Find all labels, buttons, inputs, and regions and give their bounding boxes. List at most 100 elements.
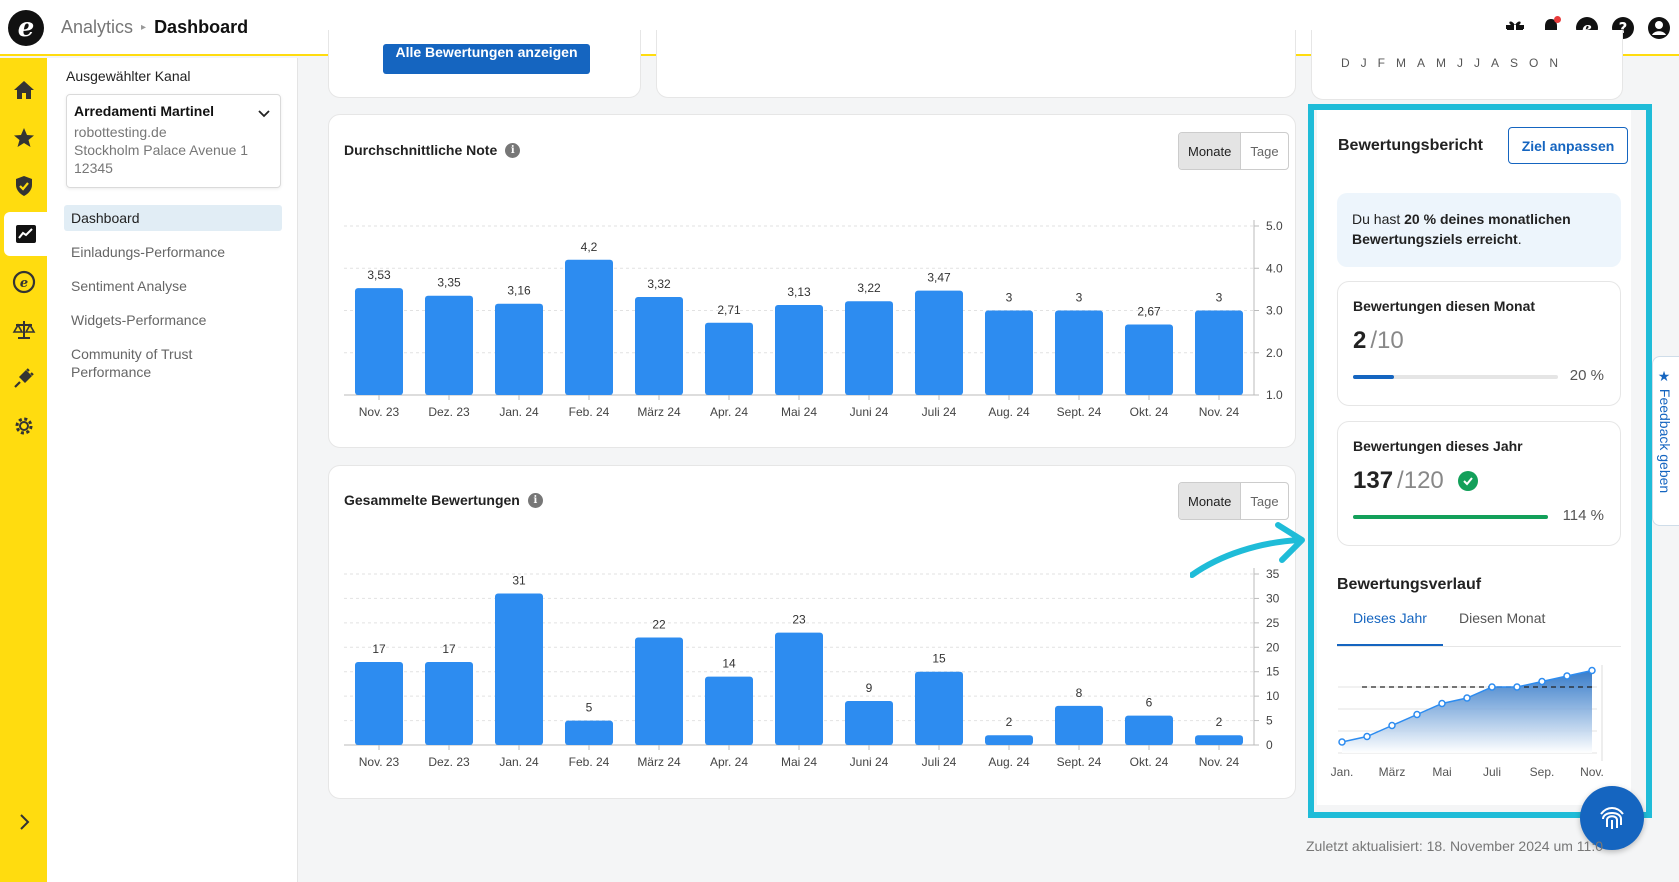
x-tick-label: Aug. 24 [988,755,1030,769]
plugin-icon[interactable] [0,356,47,400]
breadcrumb: Analytics ▸ Dashboard [61,17,248,38]
data-label: 3,13 [787,285,811,299]
all-reviews-button[interactable]: Alle Bewertungen anzeigen [383,44,590,74]
shield-icon[interactable] [0,164,47,208]
chevron-right-icon[interactable] [0,800,47,844]
month-target: /10 [1370,327,1404,354]
data-label: 22 [652,618,666,632]
bar [985,310,1033,395]
sidebar-item-community-of-trust[interactable]: Community of Trust Performance [64,341,234,385]
x-tick-label: Apr. 24 [710,405,748,419]
data-label: 23 [792,613,806,627]
chevron-down-icon[interactable] [257,107,271,121]
data-label: 2,71 [717,303,741,317]
trustbadge-icon[interactable]: e [0,260,47,304]
sidebar-item-dashboard[interactable]: Dashboard [64,205,282,231]
bar [1195,735,1243,745]
feedback-tab[interactable]: ★ Feedback geben [1652,356,1679,526]
average-rating-card: Durchschnittliche Note i Monate Tage 1.0… [328,114,1296,448]
data-point [1388,721,1396,730]
bar [705,676,753,745]
y-tick-label: 0 [1266,738,1273,752]
tab-this-month[interactable]: Diesen Monat [1443,610,1560,646]
x-tick-label: Juli 24 [922,755,957,769]
year-stat-label: Bewertungen dieses Jahr [1353,438,1523,454]
last-updated-text: Zuletzt aktualisiert: 18. November 2024 … [1306,838,1604,854]
bar [775,632,823,745]
logo[interactable]: e [8,10,44,46]
bar [565,720,613,745]
x-tick-label: Nov. 24 [1199,755,1240,769]
sidebar-item-sentiment-analyse[interactable]: Sentiment Analyse [64,273,282,299]
sidebar-item-widgets-performance[interactable]: Widgets-Performance [64,307,282,333]
account-icon[interactable] [1647,16,1671,40]
main-nav-rail: e [0,58,47,882]
month-letters: DJFMAMJJASON [1341,56,1569,70]
bar [425,661,473,745]
x-tick-label: Mai [1432,765,1451,779]
year-progress-fill [1353,515,1548,519]
scales-icon[interactable] [0,308,47,352]
x-tick-label: Feb. 24 [569,405,610,419]
bar [1125,324,1173,395]
bar [705,322,753,395]
channel-selector[interactable]: Arredamenti Martinel robottesting.de Sto… [66,94,281,188]
x-tick-label: Jan. 24 [499,755,539,769]
year-stat-pct: 114 % [1562,507,1604,524]
x-tick-label: März [1379,765,1406,779]
data-label: 3 [1006,291,1013,305]
bar [1055,310,1103,395]
breadcrumb-separator-icon: ▸ [141,22,147,33]
goal-notice: Du hast 20 % deines monatlichen Bewertun… [1337,193,1621,267]
data-point [1413,710,1421,719]
x-tick-label: Juni 24 [850,755,889,769]
y-tick-label: 30 [1266,591,1280,605]
data-point [1338,738,1346,746]
breadcrumb-analytics[interactable]: Analytics [61,17,133,38]
x-tick-label: Apr. 24 [710,755,748,769]
home-icon[interactable] [0,68,47,112]
x-tick-label: Jan. 24 [499,405,539,419]
y-tick-label: 3.0 [1266,304,1283,318]
year-progress-track [1353,515,1548,519]
settings-icon[interactable] [0,404,47,448]
notice-suffix: . [1517,231,1522,247]
secondary-sidebar: Ausgewählter Kanal Arredamenti Martinel … [47,58,298,882]
analytics-icon[interactable] [4,212,47,256]
x-tick-label: Nov. [1580,765,1604,779]
y-tick-label: 25 [1266,616,1280,630]
x-tick-label: Juli 24 [922,405,957,419]
bar [355,661,403,745]
adjust-goal-button[interactable]: Ziel anpassen [1508,127,1628,164]
month-stat-card: Bewertungen diesen Monat 2/10 20 % [1337,281,1621,406]
data-point [1513,683,1521,691]
star-icon[interactable] [0,116,47,160]
bar [845,301,893,395]
svg-text:e: e [19,276,27,291]
collected-reviews-chart: 0510152025303517Nov. 2317Dez. 2331Jan. 2… [344,567,1280,769]
data-label: 3,35 [437,276,461,290]
tab-this-year[interactable]: Dieses Jahr [1337,610,1443,646]
data-point [1563,672,1571,680]
history-tabs: Dieses Jahr Diesen Monat [1337,610,1560,646]
data-label: 4,2 [581,240,598,254]
x-tick-label: Nov. 24 [1199,405,1240,419]
page-title: Dashboard [154,17,249,37]
month-stat-pct: 20 % [1569,367,1604,384]
year-stat-card: Bewertungen dieses Jahr 137/120 114 % [1337,421,1621,546]
y-tick-label: 1.0 [1266,388,1283,402]
data-label: 3,22 [857,281,881,295]
data-label: 14 [722,657,736,671]
y-tick-label: 4.0 [1266,261,1283,275]
data-label: 3 [1076,291,1083,305]
bar [985,735,1033,745]
sidebar-item-einladungs-performance[interactable]: Einladungs-Performance [64,239,282,265]
month-count: 2 [1353,327,1367,354]
x-tick-label: Dez. 23 [428,405,470,419]
data-label: 3,53 [367,268,391,282]
year-count: 137 [1353,467,1394,494]
data-label: 3,16 [507,284,531,298]
data-label: 2,67 [1137,304,1161,318]
bar [635,637,683,745]
data-label: 8 [1076,686,1083,700]
